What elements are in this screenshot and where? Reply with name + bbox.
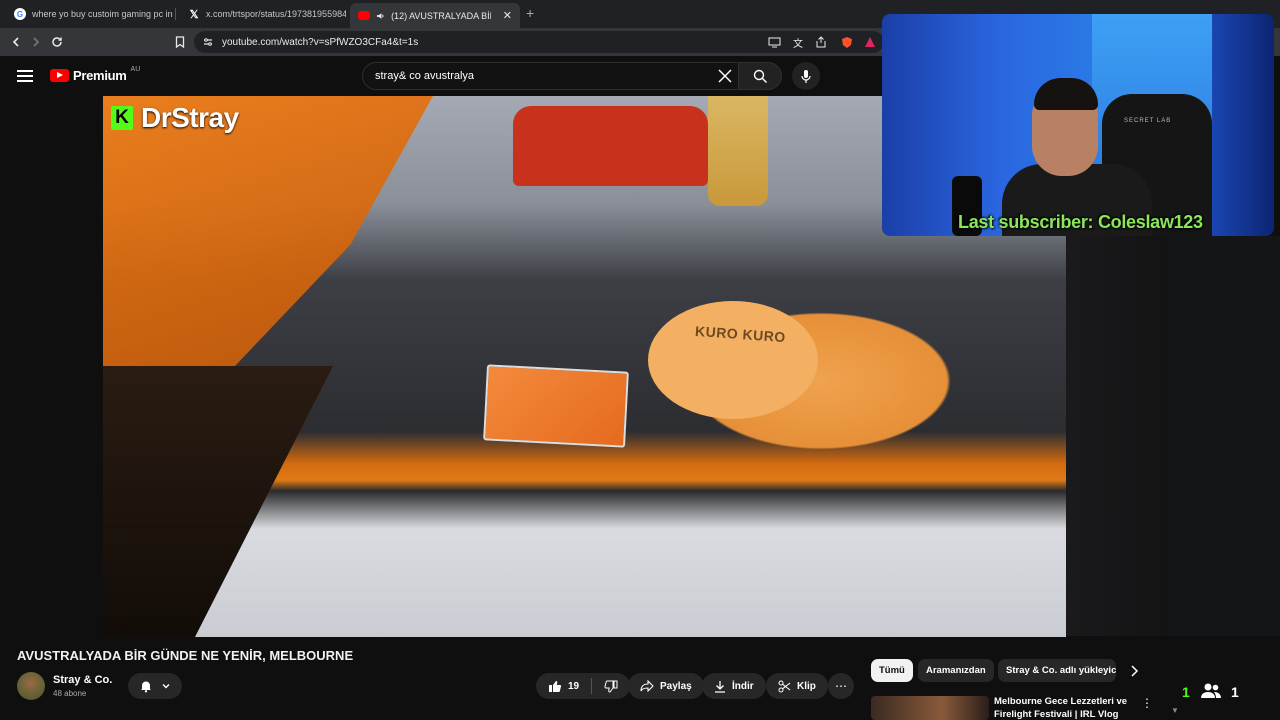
thumbs-up-icon <box>549 680 562 692</box>
brave-shields-button[interactable] <box>839 34 855 50</box>
youtube-icon <box>358 11 370 20</box>
arrow-right-icon <box>33 37 40 47</box>
chevron-right-icon[interactable] <box>1126 663 1142 679</box>
rewards-triangle-icon <box>865 37 875 47</box>
bookmark-icon <box>175 36 185 48</box>
thumbs-down-icon[interactable] <box>604 680 618 693</box>
logo-text: Premium <box>73 68 127 83</box>
video-orange-machine <box>103 96 433 366</box>
video-red-device <box>513 106 708 186</box>
x-icon: 𝕏 <box>189 8 199 21</box>
arrow-left-icon <box>12 37 19 47</box>
video-title: AVUSTRALYADA BİR GÜNDE NE YENİR, MELBOUR… <box>17 648 354 663</box>
download-label: İndir <box>732 680 754 692</box>
tab-title: where yo buy custoim gaming pc in a <box>32 9 174 19</box>
side-panel-background <box>1066 236 1280 636</box>
download-button[interactable]: İndir <box>702 673 766 699</box>
chair-brand: SECRET LAB <box>1124 118 1172 124</box>
url-text: youtube.com/watch?v=sPfWZO3CFa4&t=1s <box>222 36 419 48</box>
like-divider <box>591 678 593 694</box>
back-button[interactable] <box>6 32 26 52</box>
country-code: AU <box>130 66 141 73</box>
viewer-count: 1 <box>1182 684 1190 700</box>
search-button[interactable] <box>738 62 782 90</box>
more-vertical-icon[interactable]: ⋮ <box>1141 696 1153 710</box>
youtube-play-icon <box>50 69 69 82</box>
people-icon <box>1201 683 1221 698</box>
follower-count: 1 <box>1231 684 1239 700</box>
chevron-down-icon <box>162 684 170 689</box>
brave-lion-icon <box>842 36 852 48</box>
translate-icon: 文 <box>793 38 803 50</box>
video-price-card <box>483 364 629 448</box>
streamer-hair <box>1034 78 1098 110</box>
channel-avatar[interactable] <box>17 672 45 700</box>
reload-button[interactable] <box>47 32 67 52</box>
video-pager-puck <box>648 301 818 419</box>
new-tab-button[interactable]: + <box>526 5 534 21</box>
cast-button[interactable] <box>766 34 782 50</box>
scissors-icon <box>778 680 791 692</box>
scroll-down-arrow-icon[interactable]: ▼ <box>1171 706 1179 715</box>
share-button[interactable]: Paylaş <box>628 673 704 699</box>
recommendation-title[interactable]: Melbourne Gece Lezzetleri ve Firelight F… <box>994 695 1134 720</box>
tab-title: (12) AVUSTRALYADA BİR GÜN <box>391 10 491 21</box>
tab-x-post[interactable]: 𝕏 x.com/trtspor/status/19738195598415 <box>180 3 346 25</box>
site-info-icon[interactable] <box>202 36 214 48</box>
download-icon <box>715 680 725 693</box>
more-horizontal-icon: ⋯ <box>835 679 847 693</box>
video-cup <box>708 96 768 206</box>
tab-separator <box>175 8 176 20</box>
share-page-button[interactable] <box>813 34 829 50</box>
like-button[interactable]: 19 <box>536 673 631 699</box>
google-icon: G <box>14 8 26 20</box>
cast-icon <box>768 37 780 47</box>
kick-watermark: K DrStray <box>111 102 239 134</box>
youtube-premium-logo[interactable]: Premium AU <box>50 66 141 83</box>
search-icon <box>753 69 767 83</box>
translate-button[interactable]: 文 <box>790 34 806 50</box>
streamer-name: DrStray <box>141 102 239 133</box>
chip-all[interactable]: Tümü <box>871 659 913 682</box>
webcam-overlay: SECRET LAB Last subscriber: Coleslaw123 <box>882 14 1274 236</box>
tab-title: x.com/trtspor/status/19738195598415 <box>206 9 346 19</box>
chip-from-uploader[interactable]: Stray & Co. adlı yükleyici <box>998 659 1116 682</box>
last-subscriber-text: Last subscriber: Coleslaw123 <box>958 212 1203 232</box>
share-label: Paylaş <box>660 680 692 692</box>
search-query: stray& co avustralya <box>375 70 475 82</box>
microphone-icon <box>801 69 811 83</box>
recommendation-thumbnail[interactable] <box>871 696 989 720</box>
like-count: 19 <box>568 680 580 692</box>
share-arrow-icon <box>640 680 654 692</box>
reload-icon <box>52 37 62 47</box>
clip-button[interactable]: Klip <box>766 673 828 699</box>
tab-google-search[interactable]: G where yo buy custoim gaming pc in a <box>6 3 174 25</box>
side-panel <box>1168 236 1280 636</box>
subscriber-count: 48 abone <box>53 689 87 698</box>
bell-icon <box>141 681 151 693</box>
close-tab-icon[interactable]: ✕ <box>503 9 512 22</box>
menu-icon[interactable] <box>17 70 33 82</box>
video-dark-object <box>103 366 333 637</box>
more-actions-button[interactable]: ⋯ <box>828 673 854 699</box>
voice-search-button[interactable] <box>792 62 820 90</box>
tab-youtube-video[interactable]: (12) AVUSTRALYADA BİR GÜN ✕ <box>350 3 520 28</box>
kick-logo-icon: K <box>111 106 133 130</box>
channel-name[interactable]: Stray & Co. <box>53 674 112 686</box>
forward-button[interactable] <box>26 32 46 52</box>
brave-rewards-button[interactable] <box>862 34 878 50</box>
bookmark-button[interactable] <box>170 32 190 52</box>
clear-search-icon[interactable] <box>716 67 734 85</box>
speaker-icon <box>376 12 384 19</box>
chip-from-search[interactable]: Aramanızdan <box>918 659 994 682</box>
clip-label: Klip <box>797 680 816 692</box>
share-page-icon <box>816 36 826 48</box>
notification-bell-button[interactable] <box>128 673 182 699</box>
search-input[interactable]: stray& co avustralya <box>362 62 742 90</box>
